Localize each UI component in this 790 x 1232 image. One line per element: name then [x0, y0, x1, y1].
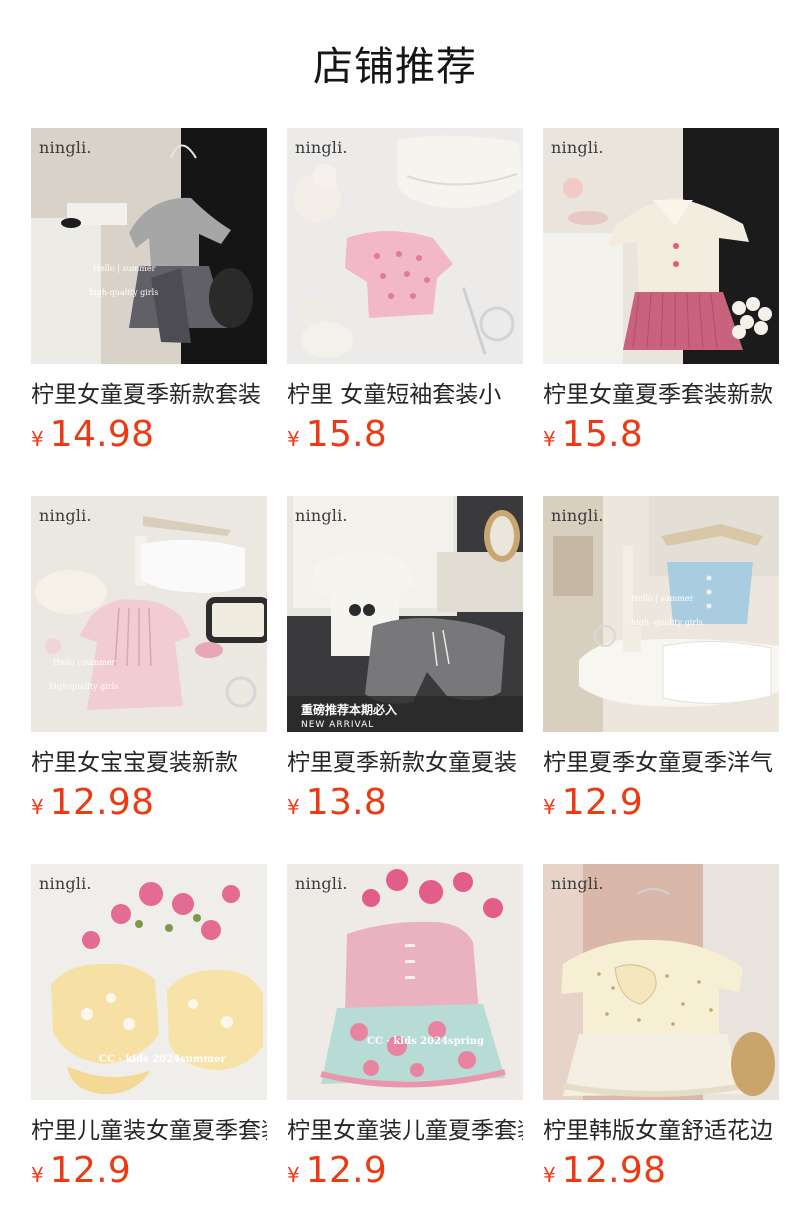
- product-title[interactable]: 柠里女童装儿童夏季套装: [287, 1114, 523, 1148]
- product-title[interactable]: 柠里夏季女童夏季洋气: [543, 746, 779, 780]
- product-card[interactable]: ningli. 柠里女童夏季套装新款 ¥ 15.8: [543, 128, 779, 458]
- product-title[interactable]: 柠里夏季新款女童夏装: [287, 746, 523, 780]
- currency-symbol: ¥: [287, 1163, 300, 1187]
- product-image[interactable]: ningli.: [543, 864, 779, 1100]
- overlay-text: CC · kids 2024spring: [367, 1036, 484, 1047]
- price-value: 12.98: [49, 782, 155, 823]
- overlay-text: Hello | summer: [631, 594, 694, 603]
- product-price: ¥ 12.9: [287, 1150, 387, 1194]
- currency-symbol: ¥: [287, 427, 300, 451]
- promo-banner-title: 重磅推荐本期必入: [301, 703, 398, 717]
- product-card[interactable]: ningli. Hello | summer high-quality girl…: [31, 496, 267, 826]
- product-card[interactable]: ningli. Hello | summer high -quality gir…: [543, 496, 779, 826]
- product-card[interactable]: ningli. 柠里 女童短袖套装小 ¥ 15.8: [287, 128, 523, 458]
- currency-symbol: ¥: [31, 1163, 44, 1187]
- product-price: ¥ 15.8: [543, 414, 643, 458]
- product-price: ¥ 15.8: [287, 414, 387, 458]
- product-image[interactable]: ningli. Hello | summer high -quality gir…: [543, 496, 779, 732]
- product-price: ¥ 12.9: [31, 1150, 131, 1194]
- brand-watermark: ningli.: [295, 874, 348, 893]
- overlay-text: CC · kids 2024summer: [99, 1054, 226, 1065]
- price-value: 12.9: [561, 782, 644, 823]
- brand-watermark: ningli.: [295, 138, 348, 157]
- brand-watermark: ningli.: [551, 874, 604, 893]
- product-image[interactable]: ningli.: [543, 128, 779, 364]
- brand-watermark: ningli.: [39, 874, 92, 893]
- page-title: 店铺推荐: [313, 44, 477, 90]
- promo-banner: 重磅推荐本期必入 NEW ARRIVAL: [287, 696, 523, 732]
- currency-symbol: ¥: [543, 795, 556, 819]
- brand-watermark: ningli.: [295, 506, 348, 525]
- price-value: 15.8: [561, 414, 644, 455]
- overlay-text: high-quality girls: [49, 682, 119, 691]
- product-title[interactable]: 柠里儿童装女童夏季套装: [31, 1114, 267, 1148]
- product-image[interactable]: ningli. Hello | summer high-quality girl…: [31, 496, 267, 732]
- product-price: ¥ 12.9: [543, 782, 643, 826]
- product-price: ¥ 12.98: [31, 782, 154, 826]
- product-image[interactable]: ningli. CC · kids 2024spring: [287, 864, 523, 1100]
- product-title[interactable]: 柠里韩版女童舒适花边: [543, 1114, 779, 1148]
- overlay-text: Hello | summer: [53, 658, 116, 667]
- brand-watermark: ningli.: [39, 138, 92, 157]
- price-value: 12.9: [305, 1150, 388, 1191]
- product-price: ¥ 13.8: [287, 782, 387, 826]
- product-card[interactable]: ningli. Hello | summer high-quality girl…: [31, 128, 267, 458]
- price-value: 13.8: [305, 782, 388, 823]
- brand-watermark: ningli.: [39, 506, 92, 525]
- product-image[interactable]: ningli.: [287, 128, 523, 364]
- brand-watermark: ningli.: [551, 138, 604, 157]
- product-card[interactable]: ningli. CC · kids 2024spring 柠里女童装儿童夏季套装…: [287, 864, 523, 1194]
- currency-symbol: ¥: [31, 427, 44, 451]
- overlay-text: high-quality girls: [89, 288, 159, 297]
- product-title[interactable]: 柠里女宝宝夏装新款: [31, 746, 267, 780]
- promo-banner-subtitle: NEW ARRIVAL: [301, 720, 375, 730]
- product-image[interactable]: ningli. CC · kids 2024summer: [31, 864, 267, 1100]
- product-card[interactable]: ningli. CC · kids 2024summer 柠里儿童装女童夏季套装…: [31, 864, 267, 1194]
- price-value: 14.98: [49, 414, 155, 455]
- price-value: 15.8: [305, 414, 388, 455]
- page-header: 店铺推荐: [0, 0, 790, 128]
- price-value: 12.9: [49, 1150, 132, 1191]
- overlay-text: high -quality girls: [631, 618, 703, 627]
- product-title[interactable]: 柠里女童夏季套装新款: [543, 378, 779, 412]
- product-image[interactable]: ningli. Hello | summer high-quality girl…: [31, 128, 267, 364]
- currency-symbol: ¥: [287, 795, 300, 819]
- product-card[interactable]: ningli. 重磅推荐本期必入 NEW ARRIVAL 柠里夏季新款女童夏装 …: [287, 496, 523, 826]
- brand-watermark: ningli.: [551, 506, 604, 525]
- product-image[interactable]: ningli. 重磅推荐本期必入 NEW ARRIVAL: [287, 496, 523, 732]
- product-card[interactable]: ningli. 柠里韩版女童舒适花边 ¥ 12.98: [543, 864, 779, 1194]
- product-price: ¥ 12.98: [543, 1150, 666, 1194]
- price-value: 12.98: [561, 1150, 667, 1191]
- currency-symbol: ¥: [543, 1163, 556, 1187]
- product-title[interactable]: 柠里 女童短袖套装小: [287, 378, 523, 412]
- product-price: ¥ 14.98: [31, 414, 154, 458]
- currency-symbol: ¥: [543, 427, 556, 451]
- product-title[interactable]: 柠里女童夏季新款套装: [31, 378, 267, 412]
- currency-symbol: ¥: [31, 795, 44, 819]
- overlay-text: Hello | summer: [93, 264, 156, 273]
